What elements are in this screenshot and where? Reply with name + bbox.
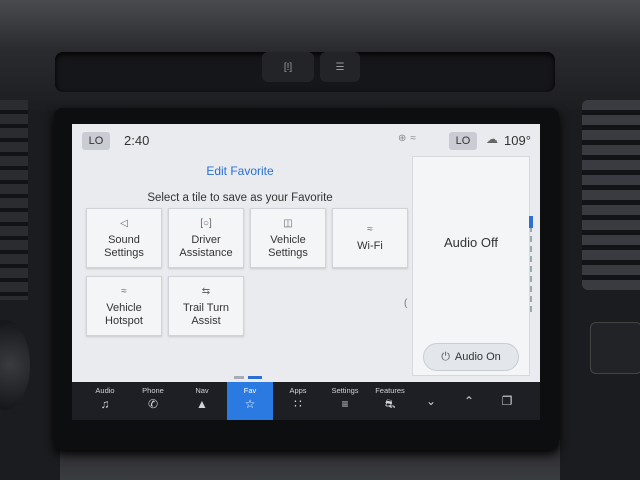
trail-turn-icon: ⇆ (201, 285, 211, 297)
right-console-button[interactable] (590, 322, 640, 374)
audio-on-button[interactable]: ⏻ Audio On (423, 343, 519, 371)
outside-temperature: 109° (504, 133, 531, 148)
right-temp-setting[interactable]: LO (449, 132, 477, 150)
favorite-instruction: Select a tile to save as your Favorite (147, 192, 333, 204)
power-icon: ⏻ (441, 350, 450, 363)
phone-icon: ✆ (147, 397, 159, 411)
right-air-vent (582, 100, 640, 290)
navigation-icon: ▲ (196, 397, 208, 411)
screen-layout-icon: ❐ (501, 394, 513, 408)
driver-assist-icon: [○] (200, 217, 212, 229)
tile-sound-settings[interactable]: ◁ Sound Settings (86, 208, 162, 268)
tile-driver-assistance[interactable]: [○] Driver Assistance (168, 208, 244, 268)
star-icon: ☆ (244, 397, 256, 411)
scroll-right-indicator: ( (404, 298, 408, 309)
edit-favorite-heading: Edit Favorite (206, 164, 274, 178)
left-temp-setting[interactable]: LO (82, 132, 110, 150)
chevron-down-icon: ⌄ (425, 394, 437, 408)
clock: 2:40 (124, 133, 150, 148)
scrollbar-track[interactable] (530, 216, 534, 312)
tile-wifi[interactable]: ≈ Wi-Fi (332, 208, 408, 268)
volume-knob[interactable] (0, 320, 30, 410)
nav-audio[interactable]: Audio ♫ (82, 382, 128, 420)
nav-phone[interactable]: Phone ✆ (130, 382, 176, 420)
nav-navigation[interactable]: Nav ▲ (179, 382, 225, 420)
nav-apps[interactable]: Apps ∷ (275, 382, 321, 420)
apps-grid-icon: ∷ (294, 397, 302, 411)
favorites-editor: Edit Favorite Select a tile to save as y… (72, 156, 408, 388)
door-lock-button[interactable]: ☰ (320, 52, 360, 82)
chevron-up-icon: ⌃ (463, 394, 475, 408)
wifi-status-icon: ≈ (410, 133, 420, 144)
infotainment-screen: LO 2:40 ⊕≈ LO ☁ 109° Edit Favorite Selec… (72, 124, 540, 420)
tile-vehicle-hotspot[interactable]: ≈ Vehicle Hotspot (86, 276, 162, 336)
tile-trail-turn-assist[interactable]: ⇆ Trail Turn Assist (168, 276, 244, 336)
nav-settings[interactable]: Settings ≡ (322, 382, 368, 420)
left-air-vent (0, 100, 28, 300)
bottom-nav-bar: Audio ♫ Phone ✆ Nav ▲ Fav ☆ Apps ∷ Setti… (72, 382, 540, 420)
truck-icon: ⛐ (384, 397, 396, 411)
tile-vehicle-settings[interactable]: ◫ Vehicle Settings (250, 208, 326, 268)
nav-screen-layout[interactable]: ❐ (484, 382, 530, 420)
page-dot-active (248, 376, 262, 379)
audio-status: Audio Off (444, 235, 498, 250)
connectivity-icons: ⊕≈ (398, 133, 420, 144)
speaker-icon: ◁ (120, 217, 128, 229)
weather-icon: ☁ (486, 132, 498, 146)
page-dot (234, 376, 244, 379)
scrollbar-thumb[interactable] (529, 216, 533, 228)
wifi-icon: ≈ (367, 224, 373, 235)
music-note-icon: ♫ (100, 397, 110, 411)
nav-features[interactable]: Features ⛐ (367, 382, 413, 420)
hotspot-icon: ≈ (121, 285, 127, 297)
hazard-button[interactable]: [!] (262, 52, 314, 82)
signal-icon: ⊕ (398, 133, 411, 144)
status-bar: LO 2:40 ⊕≈ LO ☁ 109° (72, 124, 540, 156)
vehicle-settings-icon: ◫ (283, 217, 293, 229)
sliders-icon: ≡ (341, 397, 349, 411)
nav-favorites[interactable]: Fav ☆ (227, 382, 273, 420)
audio-panel: Audio Off ⏻ Audio On (412, 156, 530, 376)
